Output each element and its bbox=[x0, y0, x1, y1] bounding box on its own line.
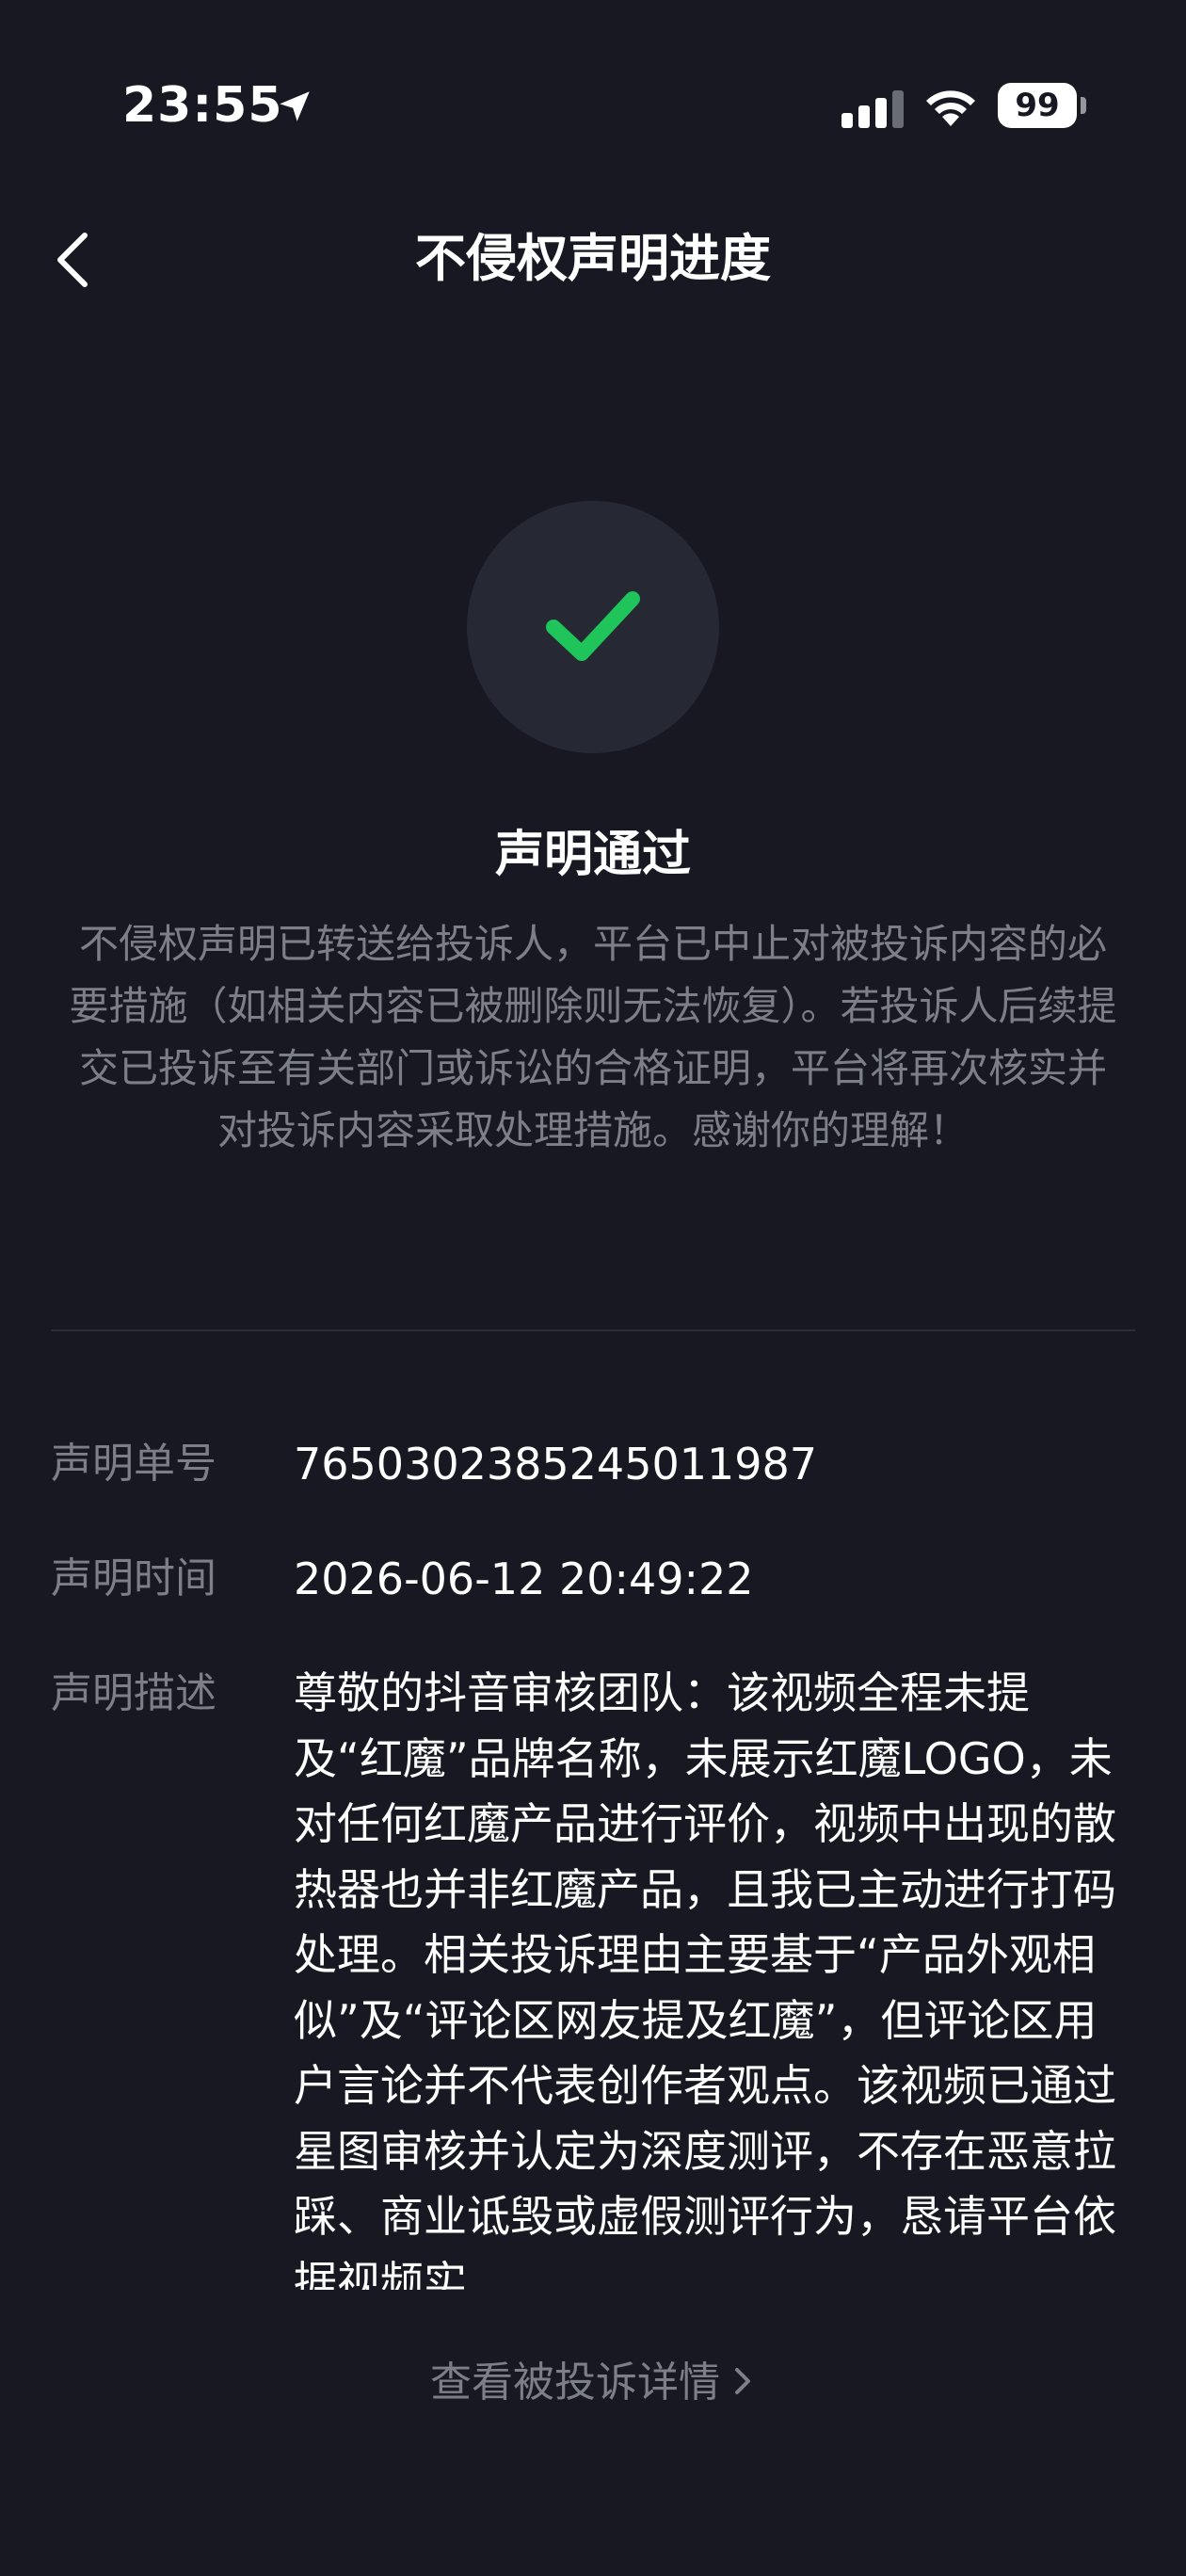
page-title: 不侵权声明进度 bbox=[415, 229, 771, 288]
view-complaint-details-label: 查看被投诉详情 bbox=[430, 2359, 720, 2407]
statement-time-value: 2026-06-12 20:49:22 bbox=[294, 1554, 754, 1604]
divider bbox=[51, 1329, 1135, 1331]
statement-description-value: 尊敬的抖音审核团队：该视频全程未提及“红魔”品牌名称，未展示红魔LOGO，未对任… bbox=[294, 1667, 1116, 2290]
location-arrow-icon bbox=[280, 91, 310, 121]
status-time: 23:55 bbox=[122, 77, 283, 134]
wifi-icon bbox=[926, 90, 975, 126]
battery-tip bbox=[1081, 97, 1086, 114]
statement-description-label: 声明描述 bbox=[51, 1669, 216, 1717]
chevron-right-icon bbox=[735, 2368, 750, 2394]
cellular-signal-icon bbox=[841, 90, 904, 128]
result-title: 声明通过 bbox=[494, 827, 691, 883]
status-circle bbox=[467, 501, 719, 753]
battery-level: 99 bbox=[1015, 87, 1060, 124]
statement-id-label: 声明单号 bbox=[51, 1440, 216, 1488]
status-bar: 23:55 99 bbox=[0, 0, 1186, 207]
battery-icon: 99 bbox=[998, 83, 1086, 130]
check-icon bbox=[546, 591, 640, 661]
statement-progress-page: 23:55 99 不侵权声明进度 声明通过 不侵权声明已转送给投诉人，平台已中止… bbox=[0, 0, 1186, 2576]
result-description: 不侵权声明已转送给投诉人，平台已中止对被投诉内容的必要措施（如相关内容已被删除则… bbox=[69, 921, 1117, 1153]
statement-id-value: 7650302385245011987 bbox=[294, 1439, 818, 1489]
statement-description-scroll[interactable]: 尊敬的抖音审核团队：该视频全程未提及“红魔”品牌名称，未展示红魔LOGO，未对任… bbox=[294, 1661, 1122, 2290]
view-complaint-details-link[interactable]: 查看被投诉详情 bbox=[0, 2350, 1186, 2416]
statement-time-label: 声明时间 bbox=[51, 1554, 216, 1602]
